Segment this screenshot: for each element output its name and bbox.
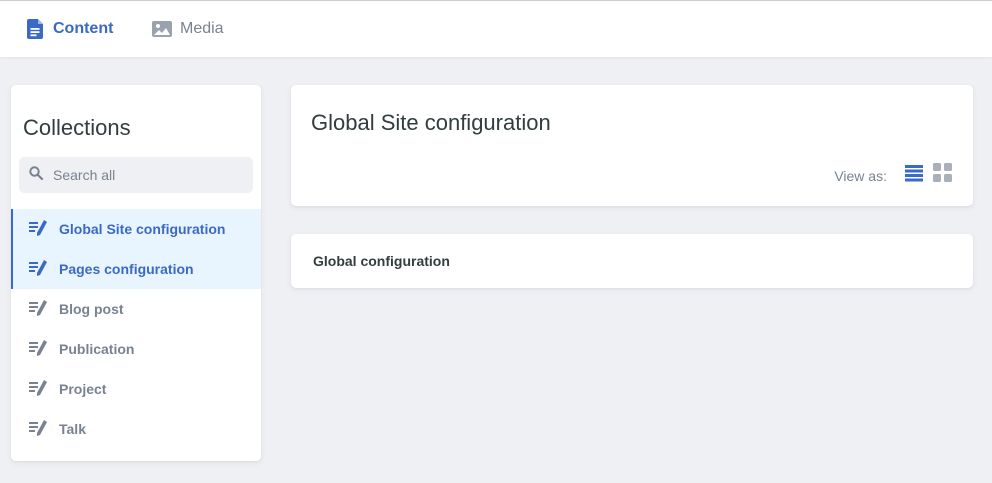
- collection-header: Global Site configuration View as:: [291, 85, 973, 206]
- search-box: [19, 157, 253, 193]
- sidebar-item-label: Global Site configuration: [59, 221, 226, 237]
- list-view-icon[interactable]: [905, 164, 923, 187]
- image-icon: [152, 21, 172, 37]
- write-icon: [29, 219, 49, 240]
- sidebar-item-label: Blog post: [59, 301, 124, 317]
- grid-view-icon[interactable]: [933, 163, 953, 188]
- sidebar-item-label: Publication: [59, 341, 135, 357]
- document-icon: [27, 19, 45, 39]
- tab-content-label: Content: [53, 20, 114, 37]
- tab-content[interactable]: Content: [27, 1, 113, 57]
- view-as-label: View as:: [834, 167, 887, 184]
- sidebar-item-label: Project: [59, 381, 107, 397]
- sidebar-item-publication[interactable]: Publication: [11, 329, 261, 369]
- entry-card[interactable]: Global configuration: [291, 234, 973, 288]
- tab-media[interactable]: Media: [152, 1, 224, 57]
- search-icon: [19, 165, 44, 185]
- write-icon: [29, 259, 49, 280]
- page-title: Global Site configuration: [311, 110, 551, 135]
- sidebar-item-pages-configuration[interactable]: Pages configuration: [11, 249, 261, 289]
- collections-sidebar: Collections Global Site configuration: [11, 85, 261, 461]
- view-as-control: View as:: [834, 163, 953, 188]
- top-app-bar: Content Media: [0, 0, 992, 57]
- sidebar-item-label: Talk: [59, 421, 86, 437]
- sidebar-item-blog-post[interactable]: Blog post: [11, 289, 261, 329]
- sidebar-item-project[interactable]: Project: [11, 369, 261, 409]
- sidebar-item-talk[interactable]: Talk: [11, 409, 261, 449]
- write-icon: [29, 299, 49, 320]
- search-input[interactable]: [53, 167, 243, 183]
- sidebar-title: Collections: [23, 115, 131, 140]
- write-icon: [29, 419, 49, 440]
- write-icon: [29, 379, 49, 400]
- tab-media-label: Media: [180, 20, 224, 37]
- collections-list: Global Site configuration Pages configur…: [11, 209, 261, 449]
- entry-title: Global configuration: [313, 253, 450, 269]
- sidebar-item-label: Pages configuration: [59, 261, 194, 277]
- write-icon: [29, 339, 49, 360]
- sidebar-item-global-site-configuration[interactable]: Global Site configuration: [11, 209, 261, 249]
